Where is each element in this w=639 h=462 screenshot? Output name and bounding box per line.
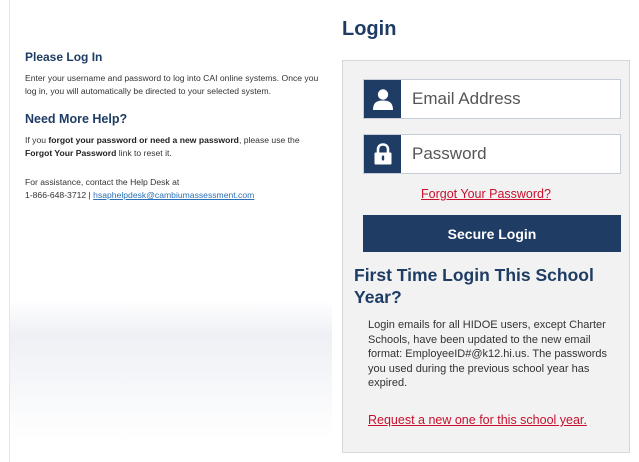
password-field bbox=[363, 134, 624, 174]
help-text-bold-need-password: forgot your password or need a new passw… bbox=[48, 135, 239, 145]
help-text-bold-forgot-link-name: Forgot Your Password bbox=[25, 148, 117, 158]
please-log-in-heading: Please Log In bbox=[25, 50, 103, 64]
forgot-password-link[interactable]: Forgot Your Password? bbox=[343, 187, 629, 201]
email-field bbox=[363, 79, 624, 119]
email-input[interactable] bbox=[401, 80, 624, 118]
help-panel: Please Log In Enter your username and pa… bbox=[9, 0, 332, 462]
help-text-suffix: link to reset it. bbox=[116, 148, 172, 158]
login-title: Login bbox=[342, 18, 397, 40]
help-content: Please Log In Enter your username and pa… bbox=[25, 50, 325, 202]
forgot-password-help-text: If you forgot your password or need a ne… bbox=[25, 134, 325, 160]
login-form: Forgot Your Password? Secure Login First… bbox=[342, 60, 630, 453]
help-text-mid: , please use the bbox=[238, 135, 300, 145]
helpdesk-email-link[interactable]: hsaphelpdesk@cambiumassessment.com bbox=[93, 190, 254, 200]
help-text-prefix: If you bbox=[25, 135, 49, 145]
login-page: Please Log In Enter your username and pa… bbox=[0, 0, 639, 462]
request-new-password-link[interactable]: Request a new one for this school year. bbox=[368, 413, 587, 427]
assistance-text: For assistance, contact the Help Desk at… bbox=[25, 176, 325, 202]
first-time-login-heading: First Time Login This School Year? bbox=[354, 265, 594, 307]
login-instructions-text: Enter your username and password to log … bbox=[25, 73, 319, 96]
secure-login-button[interactable]: Secure Login bbox=[363, 215, 621, 252]
assistance-line: For assistance, contact the Help Desk at bbox=[25, 177, 180, 187]
user-icon bbox=[364, 80, 401, 118]
need-help-heading: Need More Help? bbox=[25, 112, 128, 126]
first-time-login-message: Login emails for all HIDOE users, except… bbox=[368, 319, 608, 389]
lock-icon bbox=[364, 135, 401, 173]
password-input[interactable] bbox=[401, 135, 624, 173]
helpdesk-phone: 1-866-648-3712 | bbox=[25, 190, 94, 200]
